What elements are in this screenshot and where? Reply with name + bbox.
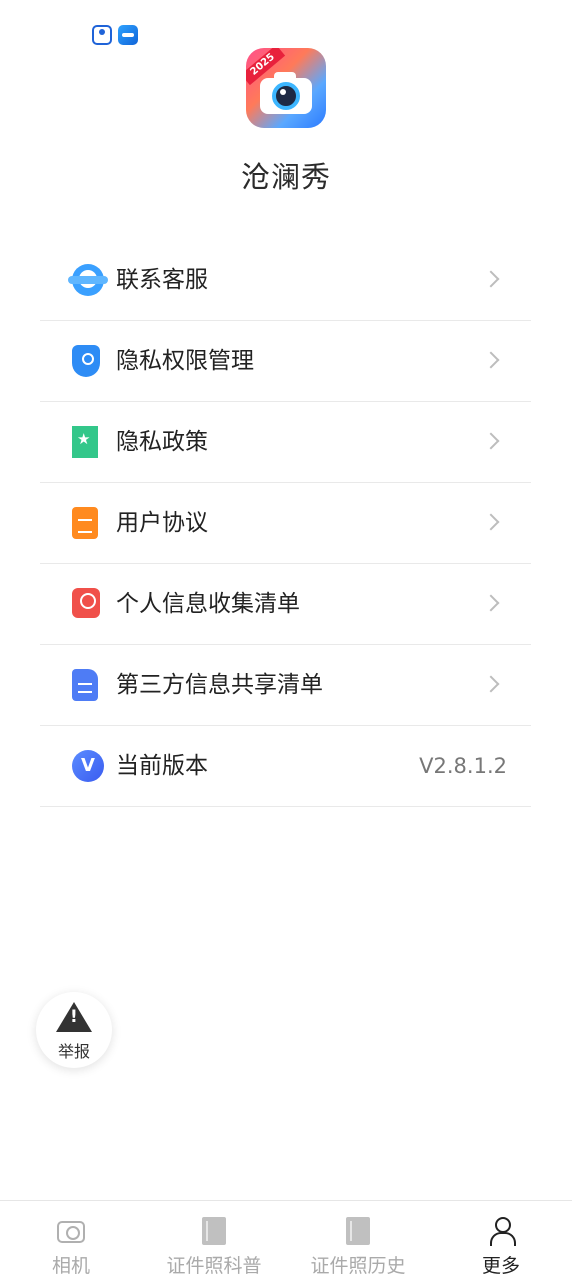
menu-item-label: 第三方信息共享清单 <box>116 672 323 698</box>
book-icon <box>346 1217 370 1245</box>
chevron-right-icon <box>482 675 500 693</box>
customer-service-icon <box>68 264 108 296</box>
menu-item-label: 联系客服 <box>116 267 208 293</box>
chevron-right-icon <box>482 594 500 612</box>
settings-menu: 联系客服 隐私权限管理 隐私政策 用户协议 个人信息收集清单 第三方信息共享清单 <box>40 240 531 807</box>
menu-item-label: 个人信息收集清单 <box>116 591 300 617</box>
more-screen: 2025 沧澜秀 联系客服 隐私权限管理 隐私政策 用户协议 个人信息收集清 <box>0 0 572 1279</box>
nav-tab-label: 证件照科普 <box>166 1255 262 1277</box>
bookmark-star-icon <box>72 426 98 458</box>
chevron-right-icon <box>482 351 500 369</box>
menu-item-label: 用户协议 <box>116 510 208 536</box>
nav-tab-id-photo-guide[interactable]: 证件照科普 <box>150 1201 278 1279</box>
person-card-icon <box>72 588 100 618</box>
bottom-nav: 相机 证件照科普 证件照历史 更多 <box>0 1200 572 1279</box>
chevron-right-icon <box>482 270 500 288</box>
app-logo: 2025 <box>246 48 326 128</box>
book-icon <box>202 1217 226 1245</box>
version-value: V2.8.1.2 <box>419 754 507 778</box>
document-icon <box>72 507 98 539</box>
version-icon <box>72 750 104 782</box>
camera-icon <box>57 1221 85 1243</box>
user-icon <box>489 1217 516 1247</box>
report-button[interactable]: 举报 <box>36 992 112 1068</box>
file-list-icon <box>72 669 98 701</box>
chevron-right-icon <box>482 432 500 450</box>
chevron-right-icon <box>482 513 500 531</box>
menu-item-contact-service[interactable]: 联系客服 <box>40 240 531 321</box>
report-label: 举报 <box>57 1042 90 1061</box>
menu-item-third-party-sharing[interactable]: 第三方信息共享清单 <box>40 645 531 726</box>
nav-tab-id-photo-history[interactable]: 证件照历史 <box>294 1201 422 1279</box>
nav-tab-more[interactable]: 更多 <box>450 1201 552 1279</box>
shield-key-icon <box>72 345 100 377</box>
menu-item-privacy-permissions[interactable]: 隐私权限管理 <box>40 321 531 402</box>
app-name: 沧澜秀 <box>240 160 331 194</box>
nav-tab-camera[interactable]: 相机 <box>20 1201 122 1279</box>
status-bar-icons <box>92 25 138 45</box>
menu-item-label: 隐私政策 <box>116 429 208 455</box>
ticket-app-icon <box>118 25 138 45</box>
camera-lens-icon <box>272 82 300 110</box>
nav-tab-label: 更多 <box>481 1255 520 1277</box>
map-pin-app-icon <box>92 25 112 45</box>
menu-item-user-agreement[interactable]: 用户协议 <box>40 483 531 564</box>
menu-item-personal-info-list[interactable]: 个人信息收集清单 <box>40 564 531 645</box>
warning-triangle-icon <box>56 1002 92 1032</box>
nav-tab-label: 相机 <box>51 1255 90 1277</box>
menu-item-privacy-policy[interactable]: 隐私政策 <box>40 402 531 483</box>
menu-item-label: 当前版本 <box>116 753 208 779</box>
nav-tab-label: 证件照历史 <box>310 1255 406 1277</box>
menu-item-label: 隐私权限管理 <box>116 348 254 374</box>
menu-item-current-version: 当前版本 V2.8.1.2 <box>40 726 531 807</box>
